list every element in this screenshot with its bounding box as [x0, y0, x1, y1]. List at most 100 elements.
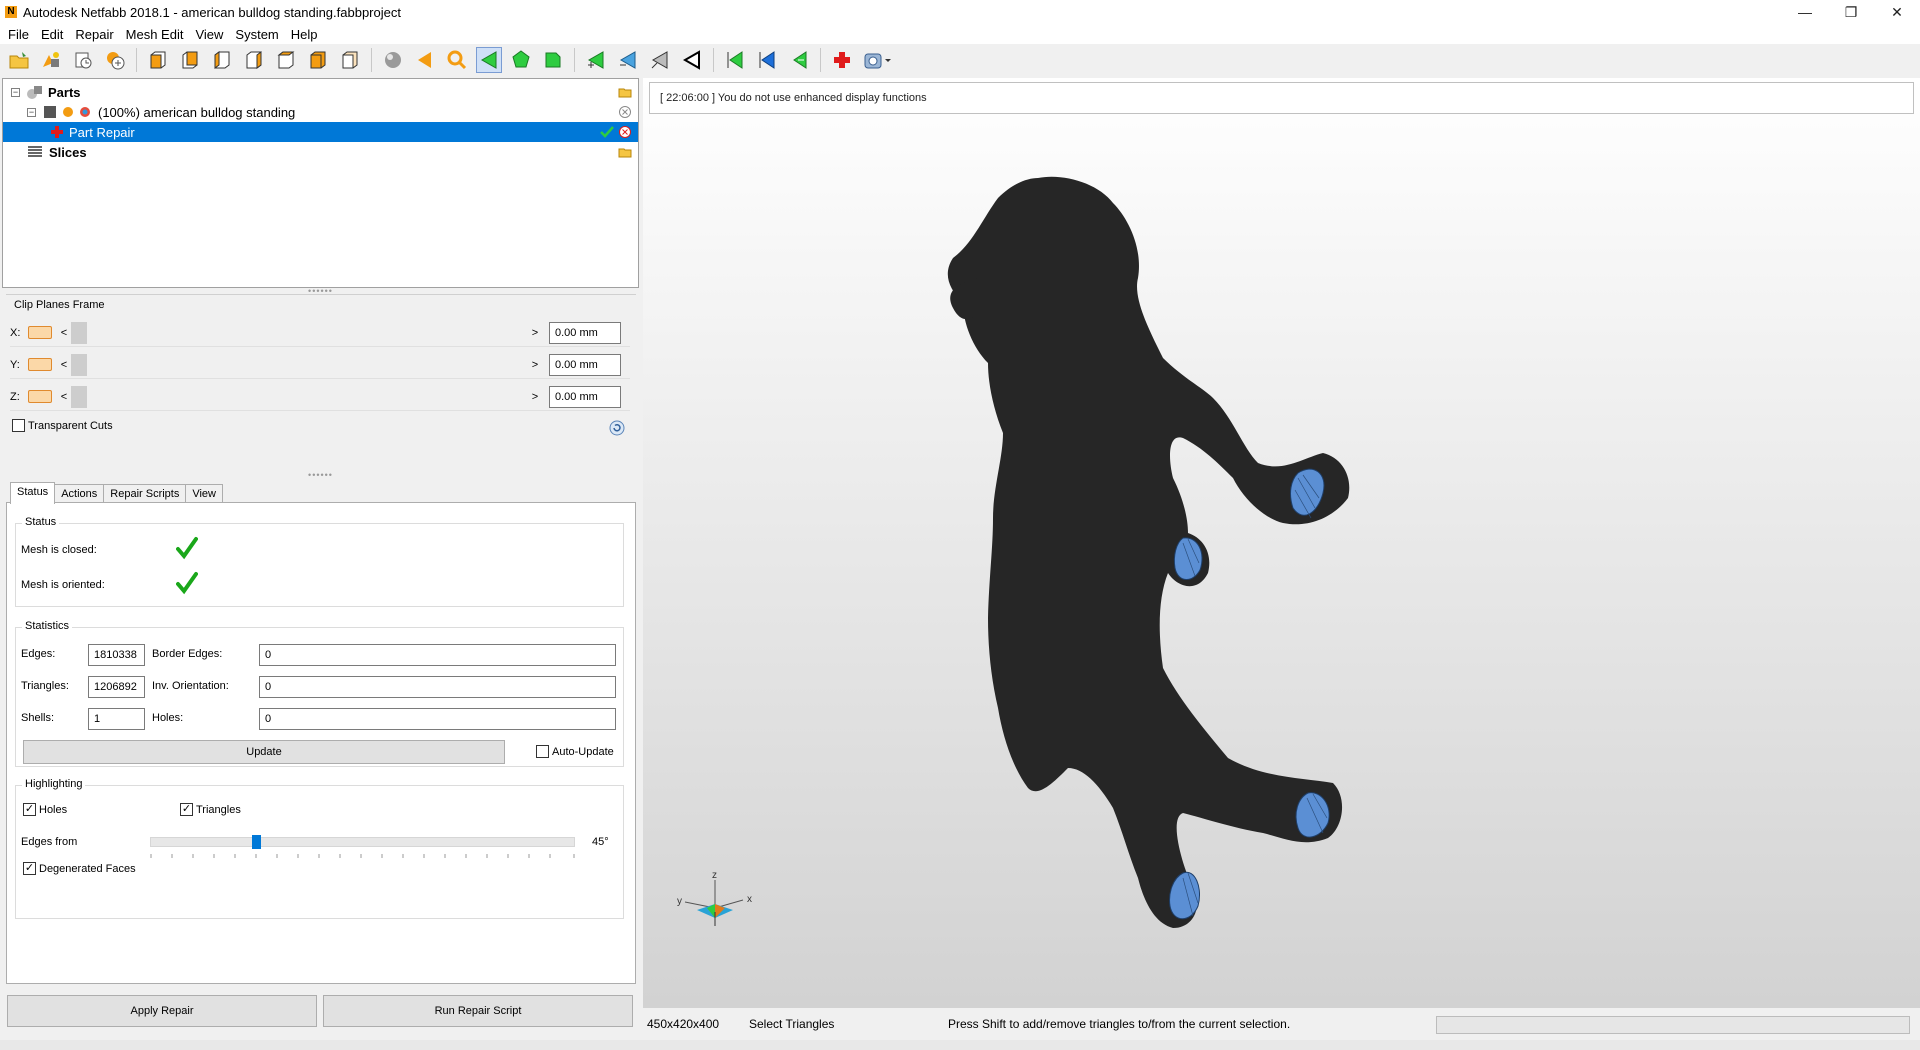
run-repair-script-button[interactable]: Run Repair Script [323, 995, 633, 1027]
clip-next-button[interactable]: > [529, 327, 541, 339]
add-item-icon[interactable] [102, 47, 128, 73]
clip-color-swatch[interactable] [28, 326, 52, 339]
holes-checkbox[interactable]: ✓ [23, 803, 36, 816]
tab-status[interactable]: Status [10, 482, 56, 504]
edges-field[interactable]: 1810338 [88, 644, 145, 666]
transparent-cuts-checkbox[interactable] [12, 419, 25, 432]
new-project-icon[interactable] [70, 47, 96, 73]
clip-next-button[interactable]: > [529, 359, 541, 371]
menu-system[interactable]: System [229, 27, 284, 42]
view-back-icon[interactable] [177, 47, 203, 73]
select-blue-icon[interactable] [754, 47, 780, 73]
clip-value-y[interactable]: 0.00 mm [549, 353, 621, 376]
eye-icon[interactable] [61, 105, 75, 119]
holes-field[interactable]: 0 [259, 708, 616, 730]
triangles-checkbox[interactable]: ✓ [180, 803, 193, 816]
clip-slider-x[interactable] [70, 321, 529, 344]
tree-parts-label: Parts [48, 84, 81, 100]
edges-from-label: Edges from [21, 836, 78, 848]
menu-repair[interactable]: Repair [69, 27, 119, 42]
triangle-tool-2-icon[interactable] [679, 47, 705, 73]
collapse-icon[interactable]: − [27, 107, 36, 117]
add-tri-icon[interactable] [583, 47, 609, 73]
folder-icon[interactable] [618, 86, 632, 98]
tree-row-parts[interactable]: − Parts [3, 82, 638, 102]
tree-row-part[interactable]: − (100%) american bulldog standing [3, 102, 638, 122]
bulldog-model[interactable] [643, 78, 1920, 1008]
menu-file[interactable]: File [2, 27, 35, 42]
triangles-field[interactable]: 1206892 [88, 676, 145, 698]
clip-next-button[interactable]: > [529, 391, 541, 403]
auto-update-checkbox[interactable] [536, 745, 549, 758]
tree-row-slices[interactable]: Slices [3, 142, 638, 162]
statistics-group-title: Statistics [22, 620, 73, 632]
edges-from-slider[interactable] [150, 837, 575, 847]
update-button[interactable]: Update [23, 740, 505, 764]
clip-prev-button[interactable]: < [58, 391, 70, 403]
clip-prev-button[interactable]: < [58, 327, 70, 339]
maximize-button[interactable]: ❐ [1828, 0, 1874, 24]
arrow-left-icon[interactable] [412, 47, 438, 73]
triangle-tool-icon[interactable] [647, 47, 673, 73]
collapse-icon[interactable]: − [11, 87, 20, 97]
view-left-icon[interactable] [209, 47, 235, 73]
select-surface-icon[interactable] [508, 47, 534, 73]
repair-cross-icon[interactable] [829, 47, 855, 73]
degenerated-checkbox[interactable]: ✓ [23, 862, 36, 875]
clip-color-swatch[interactable] [28, 358, 52, 371]
select-triangles-icon[interactable] [476, 47, 502, 73]
close-button[interactable]: ✕ [1874, 0, 1920, 24]
tree-row-part-repair[interactable]: Part Repair [3, 122, 638, 142]
clip-splitter[interactable]: •••••• [2, 470, 639, 480]
menu-help[interactable]: Help [285, 27, 324, 42]
reset-clip-icon[interactable] [608, 419, 626, 437]
select-shell-icon[interactable] [540, 47, 566, 73]
clip-prev-button[interactable]: < [58, 359, 70, 371]
cancel-repair-icon[interactable] [618, 125, 632, 139]
color-icon[interactable] [78, 105, 92, 119]
tab-repair-scripts[interactable]: Repair Scripts [103, 484, 187, 504]
mesh-oriented-label: Mesh is oriented: [21, 579, 105, 591]
open-project-icon[interactable] [6, 47, 32, 73]
clip-slider-y[interactable] [70, 353, 529, 376]
shells-field[interactable]: 1 [88, 708, 145, 730]
clip-color-swatch[interactable] [28, 390, 52, 403]
folder-icon[interactable] [618, 146, 632, 158]
clip-value-z[interactable]: 0.00 mm [549, 385, 621, 408]
border-edges-field[interactable]: 0 [259, 644, 616, 666]
remove-part-icon[interactable] [618, 105, 632, 119]
slider-thumb[interactable] [71, 385, 87, 408]
tab-view[interactable]: View [185, 484, 223, 504]
apply-check-icon[interactable] [600, 126, 614, 138]
minimize-button[interactable]: — [1782, 0, 1828, 24]
select-green-2-icon[interactable] [786, 47, 812, 73]
clip-slider-z[interactable] [70, 385, 529, 408]
triangles-highlight-label: Triangles [196, 803, 241, 816]
add-part-icon[interactable] [38, 47, 64, 73]
menu-mesh-edit[interactable]: Mesh Edit [120, 27, 190, 42]
tab-actions[interactable]: Actions [54, 484, 105, 504]
repair-dropdown-icon[interactable] [861, 47, 895, 73]
view-top-icon[interactable] [273, 47, 299, 73]
slider-thumb[interactable] [71, 321, 87, 344]
holes-label: Holes: [152, 712, 184, 724]
edges-from-thumb[interactable] [251, 835, 261, 849]
slider-thumb[interactable] [71, 353, 87, 376]
view-right-icon[interactable] [241, 47, 267, 73]
apply-repair-button[interactable]: Apply Repair [7, 995, 317, 1027]
inv-orientation-field[interactable]: 0 [259, 676, 616, 698]
view-front-icon[interactable] [145, 47, 171, 73]
status-tab-body: Status Mesh is closed: Mesh is oriented:… [6, 502, 636, 984]
menu-view[interactable]: View [189, 27, 229, 42]
view-iso-icon[interactable] [337, 47, 363, 73]
3d-viewport[interactable]: [ 22:06:00 ] You do not use enhanced dis… [643, 78, 1920, 1008]
select-green-icon[interactable] [722, 47, 748, 73]
window-title: Autodesk Netfabb 2018.1 - american bulld… [23, 4, 401, 20]
tree-part-label: (100%) american bulldog standing [98, 104, 296, 120]
sphere-icon[interactable] [380, 47, 406, 73]
clip-value-x[interactable]: 0.00 mm [549, 321, 621, 344]
remove-tri-icon[interactable] [615, 47, 641, 73]
zoom-icon[interactable] [444, 47, 470, 73]
view-bottom-icon[interactable] [305, 47, 331, 73]
menu-edit[interactable]: Edit [35, 27, 69, 42]
